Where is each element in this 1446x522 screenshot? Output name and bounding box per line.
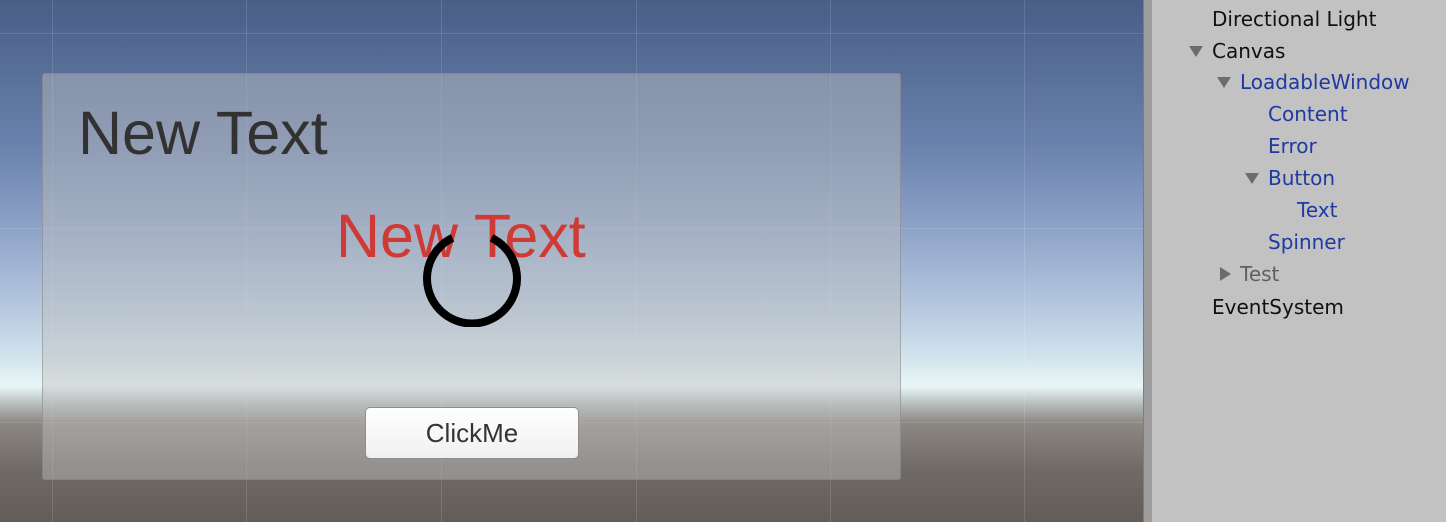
hierarchy-item-label: Spinner <box>1268 230 1345 254</box>
hierarchy-panel: Directional Light Canvas LoadableWindow … <box>1152 0 1446 522</box>
hierarchy-item-label: Error <box>1268 134 1317 158</box>
expanded-arrow-icon[interactable] <box>1244 170 1260 186</box>
grid-line <box>1024 0 1025 522</box>
hierarchy-item-label: Content <box>1268 102 1348 126</box>
collapsed-arrow-icon[interactable] <box>1217 266 1233 282</box>
spinner-icon <box>423 234 521 327</box>
scene-view[interactable]: New Text New Text ClickMe <box>0 0 1143 522</box>
hierarchy-item-label: Canvas <box>1212 39 1286 63</box>
grid-line <box>0 33 1143 34</box>
hierarchy-item-label: EventSystem <box>1212 295 1344 319</box>
hierarchy-item-label: Button <box>1268 166 1335 190</box>
panel-splitter[interactable] <box>1143 0 1152 522</box>
hierarchy-item-label: Test <box>1240 262 1280 286</box>
hierarchy-item-label: Directional Light <box>1212 7 1377 31</box>
expanded-arrow-icon[interactable] <box>1216 74 1232 90</box>
hierarchy-item-label: Text <box>1297 198 1338 222</box>
expanded-arrow-icon[interactable] <box>1188 43 1204 59</box>
content-text: New Text <box>78 99 328 167</box>
hierarchy-item-label: LoadableWindow <box>1240 70 1410 94</box>
click-me-button[interactable]: ClickMe <box>365 407 579 459</box>
